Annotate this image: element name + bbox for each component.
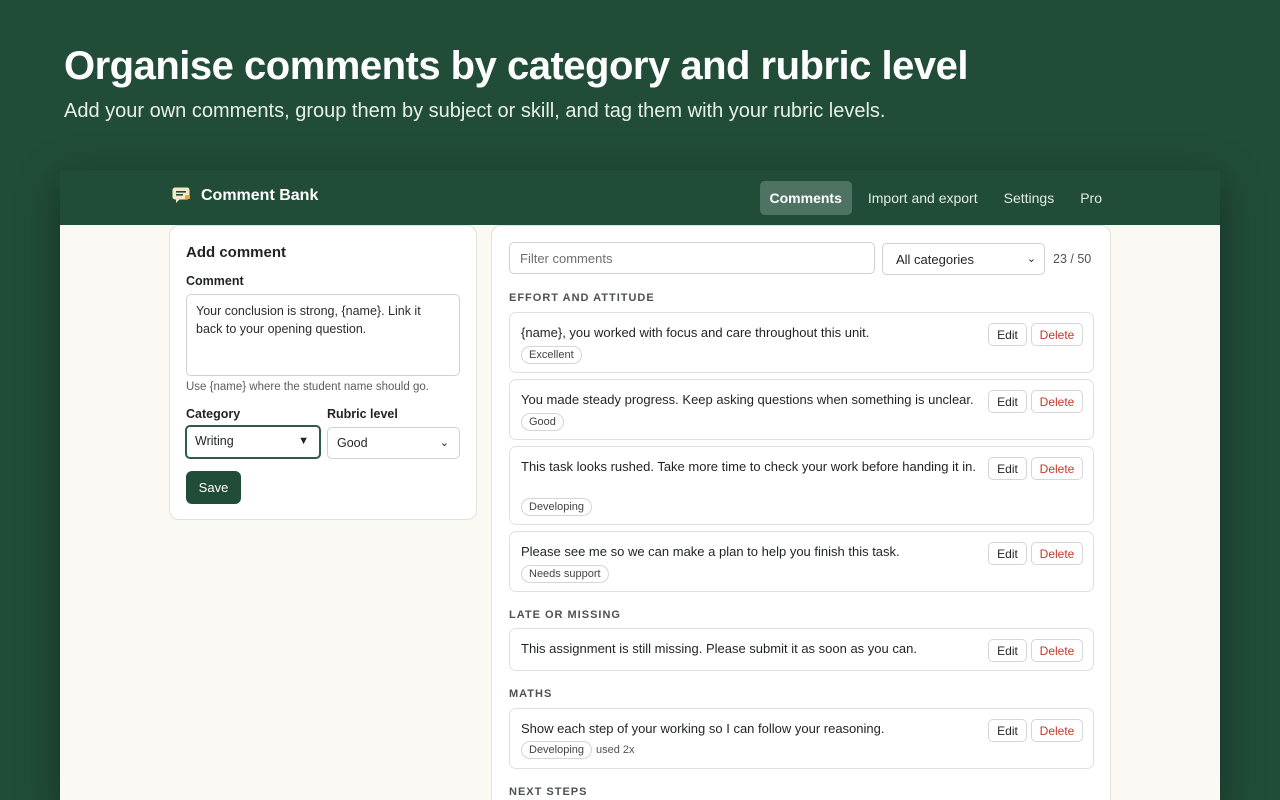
speech-bubble-icon <box>172 187 190 203</box>
list-item[interactable]: Show each step of your working so I can … <box>509 708 1094 769</box>
nav-settings[interactable]: Settings <box>994 181 1065 215</box>
comment-text: Show each step of your working so I can … <box>521 721 885 736</box>
category-select-value: Writing <box>195 434 234 448</box>
delete-button[interactable]: Delete <box>1031 323 1083 346</box>
rubric-tag: Developing <box>521 741 593 759</box>
category-label: Category <box>186 407 241 421</box>
edit-button[interactable]: Edit <box>988 639 1027 662</box>
section-heading: LATE OR MISSING <box>509 609 621 621</box>
edit-button[interactable]: Edit <box>988 719 1027 742</box>
list-item[interactable]: {name}, you worked with focus and care t… <box>509 312 1094 373</box>
add-comment-panel: Add comment Comment Your conclusion is s… <box>169 225 477 520</box>
comment-text: This assignment is still missing. Please… <box>521 641 917 656</box>
chevron-down-icon: ⌄ <box>1026 253 1036 265</box>
delete-button[interactable]: Delete <box>1031 542 1083 565</box>
nav-comments[interactable]: Comments <box>759 181 852 215</box>
brand[interactable]: Comment Bank <box>172 187 318 205</box>
nav-import-export[interactable]: Import and export <box>858 181 988 215</box>
edit-button[interactable]: Edit <box>988 323 1027 346</box>
rubric-level-select-value: Good <box>337 436 368 450</box>
chevron-down-icon: ⌄ <box>439 437 449 449</box>
comment-text: Please see me so we can make a plan to h… <box>521 544 900 559</box>
list-item[interactable]: You made steady progress. Keep asking qu… <box>509 379 1094 440</box>
section-heading: MATHS <box>509 688 553 700</box>
delete-button[interactable]: Delete <box>1031 639 1083 662</box>
page-title: Organise comments by category and rubric… <box>64 44 969 88</box>
top-nav-bar: Comment Bank Comments Import and export … <box>60 170 1220 225</box>
filter-input[interactable]: Filter comments <box>509 242 875 274</box>
comment-list-panel: Filter comments All categories ⌄ 23 / 50… <box>491 225 1111 800</box>
edit-button[interactable]: Edit <box>988 457 1027 480</box>
list-item[interactable]: Please see me so we can make a plan to h… <box>509 531 1094 592</box>
name-hint: Use {name} where the student name should… <box>186 381 429 393</box>
comment-textarea[interactable]: Your conclusion is strong, {name}. Link … <box>186 294 460 376</box>
category-select[interactable]: Writing ▼ <box>185 425 321 459</box>
delete-button[interactable]: Delete <box>1031 457 1083 480</box>
category-filter-select[interactable]: All categories ⌄ <box>882 243 1045 275</box>
rubric-level-label: Rubric level <box>327 407 398 421</box>
comment-text: {name}, you worked with focus and care t… <box>521 325 870 340</box>
rubric-tag: Excellent <box>521 346 582 364</box>
usage-count: used 2x <box>596 744 635 756</box>
rubric-level-select[interactable]: Good ⌄ <box>327 427 460 459</box>
comment-text: You made steady progress. Keep asking qu… <box>521 392 974 407</box>
page-subtitle: Add your own comments, group them by sub… <box>64 100 886 122</box>
app-window: Comment Bank Comments Import and export … <box>60 170 1220 800</box>
comment-text: This task looks rushed. Take more time t… <box>521 459 976 474</box>
delete-button[interactable]: Delete <box>1031 390 1083 413</box>
section-heading: NEXT STEPS <box>509 786 588 798</box>
nav-pro[interactable]: Pro <box>1070 181 1112 215</box>
brand-label: Comment Bank <box>201 187 319 204</box>
list-item[interactable]: This task looks rushed. Take more time t… <box>509 446 1094 525</box>
delete-button[interactable]: Delete <box>1031 719 1083 742</box>
edit-button[interactable]: Edit <box>988 390 1027 413</box>
dropdown-arrow-icon: ▼ <box>298 435 309 447</box>
list-item[interactable]: This assignment is still missing. Please… <box>509 628 1094 671</box>
category-filter-value: All categories <box>896 252 975 267</box>
rubric-tag: Needs support <box>521 565 609 583</box>
comment-label: Comment <box>186 274 244 288</box>
main-nav: Comments Import and export Settings Pro <box>759 181 1112 215</box>
add-comment-title: Add comment <box>186 244 287 261</box>
section-heading: EFFORT AND ATTITUDE <box>509 292 655 304</box>
edit-button[interactable]: Edit <box>988 542 1027 565</box>
save-button[interactable]: Save <box>186 471 241 504</box>
rubric-tag: Good <box>521 413 564 431</box>
rubric-tag: Developing <box>521 498 593 516</box>
comment-count: 23 / 50 <box>1053 252 1092 266</box>
